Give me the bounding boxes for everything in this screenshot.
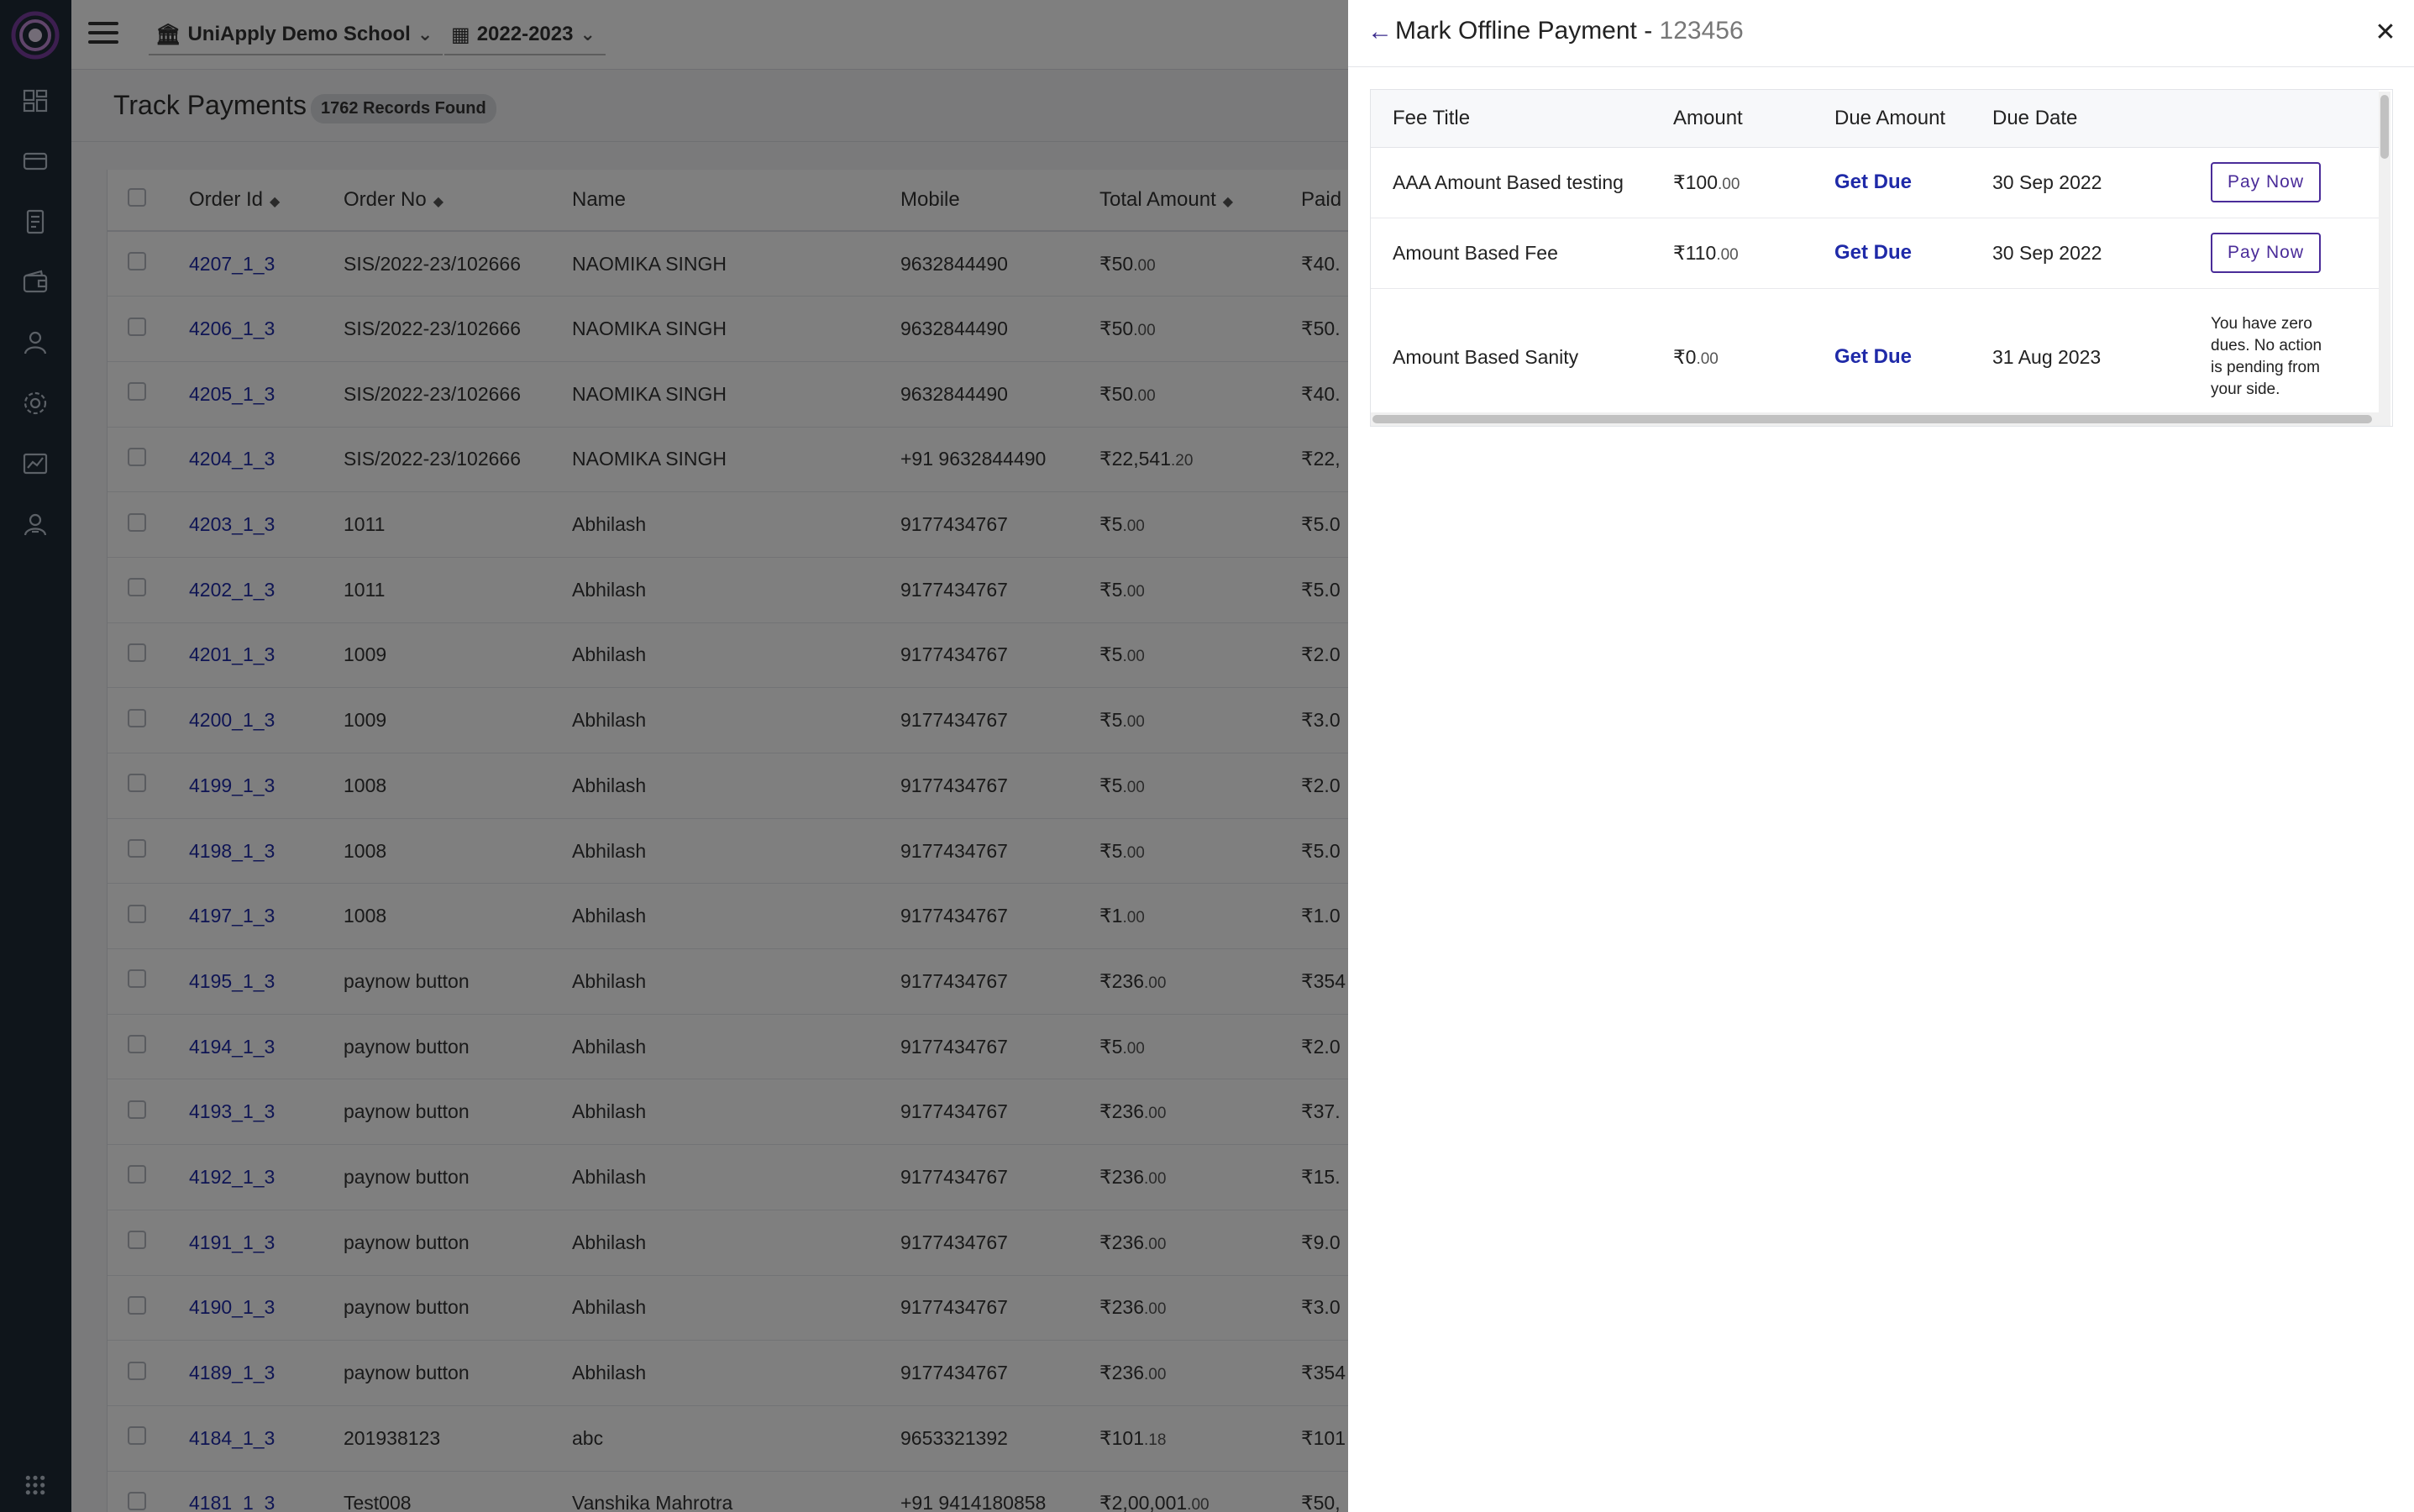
due-date: 31 Aug 2023 bbox=[1992, 288, 2211, 426]
fee-title: Amount Based Fee bbox=[1371, 218, 1673, 289]
column-header-fee-title: Fee Title bbox=[1371, 90, 1673, 148]
drawer-title: Mark Offline Payment - 123456 bbox=[1395, 17, 1744, 45]
fee-title: Amount Based Sanity bbox=[1371, 288, 1673, 426]
column-header-action bbox=[2211, 90, 2379, 148]
drawer-title-text: Mark Offline Payment - bbox=[1395, 17, 1660, 45]
fee-row: Amount Based Sanity ₹0.00 Get Due 31 Aug… bbox=[1371, 288, 2379, 426]
fee-table-container: Fee Title Amount Due Amount Due Date AAA… bbox=[1370, 89, 2393, 427]
close-icon[interactable]: ✕ bbox=[2369, 15, 2402, 49]
column-header-due-date: Due Date bbox=[1992, 90, 2211, 148]
vertical-scrollbar[interactable] bbox=[2379, 92, 2390, 426]
fee-title: AAA Amount Based testing bbox=[1371, 147, 1673, 218]
get-due-link[interactable]: Get Due bbox=[1834, 218, 1992, 289]
due-date: 30 Sep 2022 bbox=[1992, 218, 2211, 289]
action-cell: You have zero dues. No action is pending… bbox=[2211, 288, 2379, 426]
fee-row: AAA Amount Based testing ₹100.00 Get Due… bbox=[1371, 147, 2379, 218]
horizontal-scrollbar[interactable] bbox=[1371, 412, 2379, 426]
drawer-header: ← Mark Offline Payment - 123456 ✕ bbox=[1348, 0, 2414, 67]
fee-amount: ₹100.00 bbox=[1673, 147, 1834, 218]
fee-header-row: Fee Title Amount Due Amount Due Date bbox=[1371, 90, 2379, 148]
offline-payment-drawer: ← Mark Offline Payment - 123456 ✕ Fee Ti… bbox=[1348, 0, 2414, 1512]
zero-dues-message: You have zero dues. No action is pending… bbox=[2211, 315, 2322, 398]
modal-backdrop[interactable] bbox=[0, 0, 1348, 1512]
column-header-due-amount: Due Amount bbox=[1834, 90, 1992, 148]
back-arrow-icon[interactable]: ← bbox=[1363, 15, 1397, 49]
fee-amount: ₹0.00 bbox=[1673, 288, 1834, 426]
transaction-id: 123456 bbox=[1659, 17, 1744, 45]
action-cell: Pay Now bbox=[2211, 218, 2379, 289]
pay-now-button[interactable]: Pay Now bbox=[2211, 233, 2322, 273]
fee-row: Amount Based Fee ₹110.00 Get Due 30 Sep … bbox=[1371, 218, 2379, 289]
due-date: 30 Sep 2022 bbox=[1992, 147, 2211, 218]
get-due-link[interactable]: Get Due bbox=[1834, 288, 1992, 426]
get-due-link[interactable]: Get Due bbox=[1834, 147, 1992, 218]
column-header-amount: Amount bbox=[1673, 90, 1834, 148]
pay-now-button[interactable]: Pay Now bbox=[2211, 162, 2322, 202]
action-cell: Pay Now bbox=[2211, 147, 2379, 218]
fee-table: Fee Title Amount Due Amount Due Date AAA… bbox=[1371, 90, 2379, 426]
fee-amount: ₹110.00 bbox=[1673, 218, 1834, 289]
